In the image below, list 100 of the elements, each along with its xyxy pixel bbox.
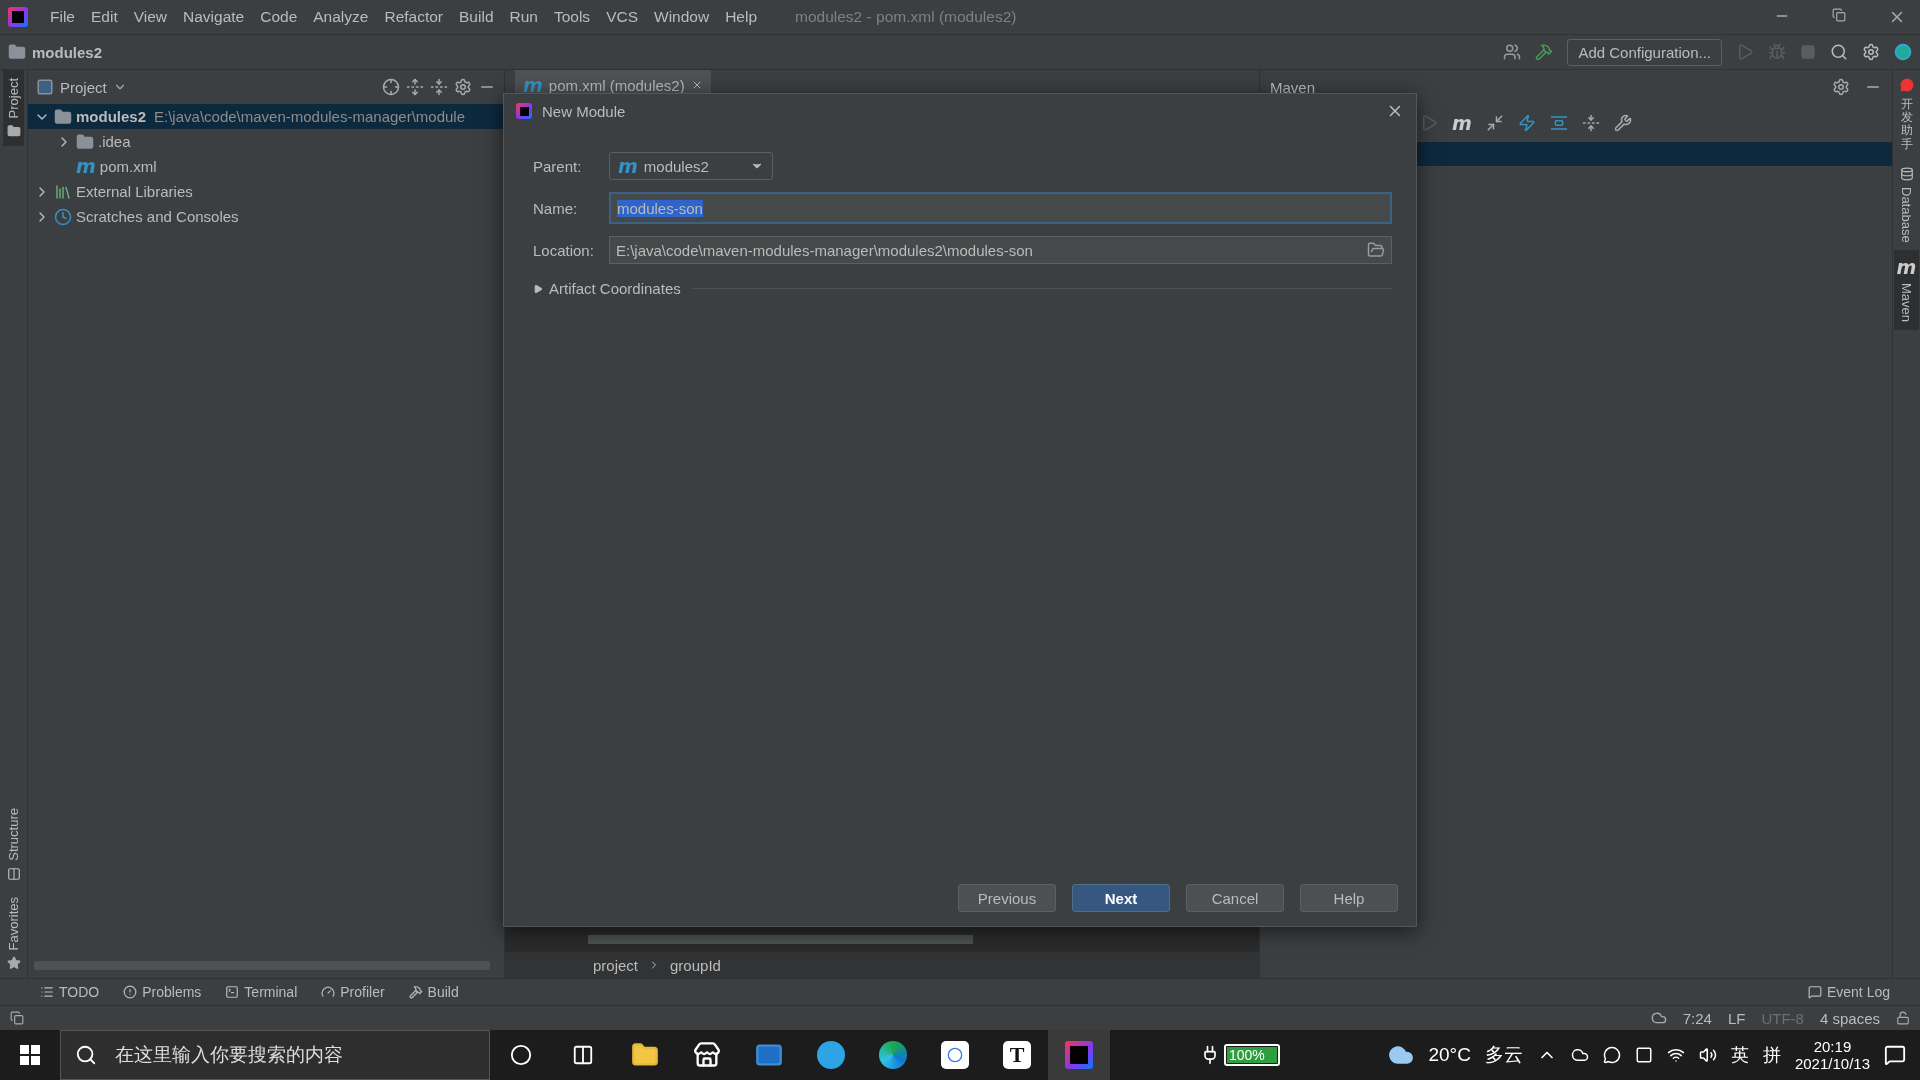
- menu-item[interactable]: Tools: [545, 8, 599, 26]
- volume-icon[interactable]: [1698, 1046, 1717, 1064]
- app-logo-icon: [516, 103, 532, 119]
- tree-label: modules2: [76, 108, 147, 125]
- menu-item[interactable]: Refactor: [376, 8, 452, 26]
- dialog-button[interactable]: Help: [1300, 884, 1398, 912]
- collapse-all-icon[interactable]: [1581, 114, 1600, 132]
- status-item[interactable]: 7:24: [1682, 1009, 1712, 1027]
- window-icon: [36, 78, 54, 96]
- app-icon[interactable]: [817, 1041, 845, 1069]
- taskbar-search-field[interactable]: 在这里输入你要搜索的内容: [60, 1030, 490, 1080]
- tool-window-button[interactable]: Terminal: [225, 984, 298, 1000]
- assistant-icon: [1899, 78, 1914, 92]
- tool-window-tab[interactable]: m Maven: [1893, 250, 1920, 331]
- database-icon: [1899, 166, 1914, 181]
- plugin-logo-icon[interactable]: [1894, 43, 1912, 61]
- search-icon[interactable]: [1830, 43, 1848, 61]
- user-icon[interactable]: [1503, 43, 1522, 61]
- menu-item[interactable]: Analyze: [305, 8, 377, 26]
- cortana-icon[interactable]: [510, 1044, 532, 1066]
- scrollbar[interactable]: [588, 935, 973, 944]
- expand-arrow-icon[interactable]: [533, 283, 543, 294]
- tool-window-button[interactable]: Profiler: [321, 984, 385, 1000]
- tool-window-button[interactable]: TODO: [40, 984, 100, 1000]
- tool-window-tab[interactable]: Project: [3, 70, 24, 147]
- chat-icon[interactable]: [1602, 1046, 1621, 1064]
- menu-item[interactable]: File: [42, 8, 83, 26]
- tree-row[interactable]: m pom.xml: [28, 154, 504, 179]
- menu-item[interactable]: Navigate: [175, 8, 253, 26]
- tree-row[interactable]: .idea: [28, 129, 504, 154]
- wrench-icon[interactable]: [1613, 114, 1632, 132]
- maven-icon: m: [1896, 258, 1917, 278]
- expand-all-icon[interactable]: [406, 78, 424, 96]
- menu-item[interactable]: VCS: [598, 8, 646, 26]
- layout-icon[interactable]: [10, 1011, 24, 1025]
- star-icon: [6, 956, 21, 970]
- tool-window-tab[interactable]: Favorites: [3, 888, 24, 978]
- settings-icon[interactable]: [1832, 78, 1850, 96]
- settings-icon[interactable]: [1862, 43, 1880, 61]
- menu-item[interactable]: Code: [252, 8, 306, 26]
- field-label: Location:: [533, 241, 595, 259]
- unlock-icon[interactable]: [1896, 1011, 1910, 1025]
- menu-item[interactable]: View: [125, 8, 176, 26]
- input-mode[interactable]: 英: [1730, 1043, 1749, 1067]
- task-view-icon[interactable]: [572, 1044, 594, 1066]
- menu-item[interactable]: Run: [501, 8, 546, 26]
- section-toggle[interactable]: Artifact Coordinates: [549, 280, 681, 297]
- locate-icon[interactable]: [382, 78, 400, 96]
- collapse-all-icon[interactable]: [430, 78, 448, 96]
- notification-icon[interactable]: [1884, 1044, 1906, 1066]
- field-label: Name:: [533, 199, 579, 217]
- cloud-settings-icon[interactable]: [1650, 1010, 1667, 1026]
- list-icon: [40, 985, 54, 999]
- lightning-icon[interactable]: [1517, 114, 1536, 132]
- browse-folder-icon[interactable]: [1367, 241, 1385, 259]
- breadcrumb[interactable]: project: [593, 956, 639, 974]
- tree-label: .idea: [98, 133, 131, 150]
- tool-window-tab[interactable]: Structure: [3, 799, 24, 889]
- name-field[interactable]: modules-son: [609, 192, 1392, 224]
- browser-icon[interactable]: [879, 1041, 907, 1069]
- clock-time[interactable]: 20:19: [1813, 1038, 1852, 1055]
- dialog-button[interactable]: Next: [1072, 884, 1170, 912]
- menu-item[interactable]: Edit: [83, 8, 126, 26]
- status-item[interactable]: LF: [1727, 1009, 1746, 1027]
- dialog-button[interactable]: Previous: [958, 884, 1056, 912]
- breadcrumb[interactable]: modules2: [32, 43, 103, 61]
- store-icon[interactable]: [693, 1041, 721, 1069]
- hammer-icon: [408, 985, 423, 999]
- status-item[interactable]: 4 spaces: [1819, 1009, 1880, 1027]
- location-field[interactable]: E:\java\code\maven-modules-manager\modules2\modules-son: [609, 236, 1392, 264]
- ide-icon[interactable]: [1065, 1041, 1093, 1069]
- parent-select[interactable]: m modules2: [609, 152, 773, 180]
- tool-window-tab[interactable]: Database: [1896, 158, 1917, 251]
- breadcrumb[interactable]: groupId: [670, 956, 721, 974]
- settings-icon[interactable]: [454, 78, 472, 96]
- input-method[interactable]: 拼: [1762, 1043, 1781, 1067]
- temperature: 20°C: [1428, 1044, 1471, 1066]
- hammer-icon[interactable]: [1535, 43, 1554, 61]
- wifi-icon[interactable]: [1666, 1046, 1685, 1064]
- windows-start-icon[interactable]: [20, 1045, 40, 1065]
- menu-item[interactable]: Help: [717, 8, 766, 26]
- file-explorer-icon[interactable]: [631, 1041, 659, 1069]
- menu-item[interactable]: Window: [646, 8, 718, 26]
- clock-date[interactable]: 2021/10/13: [1794, 1055, 1870, 1072]
- event-log-button[interactable]: Event Log: [1807, 984, 1890, 1000]
- cloud-sync-icon[interactable]: [1570, 1046, 1589, 1064]
- tool-window-tab[interactable]: 开发助手: [1896, 70, 1917, 159]
- dialog-button[interactable]: Cancel: [1186, 884, 1284, 912]
- maven-goal-icon[interactable]: m: [1452, 113, 1472, 133]
- tree-row[interactable]: Scratches and Consoles: [28, 204, 504, 229]
- tool-window-button[interactable]: Problems: [123, 984, 202, 1000]
- tree-row[interactable]: modules2 E:\java\code\maven-modules-manager\module: [28, 104, 504, 129]
- add-configuration-button[interactable]: Add Configuration...: [1567, 38, 1722, 66]
- tree-label: Scratches and Consoles: [76, 208, 239, 225]
- tool-window-button[interactable]: Build: [408, 984, 459, 1000]
- restore-icon[interactable]: [1832, 8, 1846, 22]
- panel-title[interactable]: Project: [60, 78, 107, 96]
- menu-item[interactable]: Build: [451, 8, 502, 26]
- app-tile[interactable]: T: [1003, 1041, 1031, 1069]
- tree-row[interactable]: External Libraries: [28, 179, 504, 204]
